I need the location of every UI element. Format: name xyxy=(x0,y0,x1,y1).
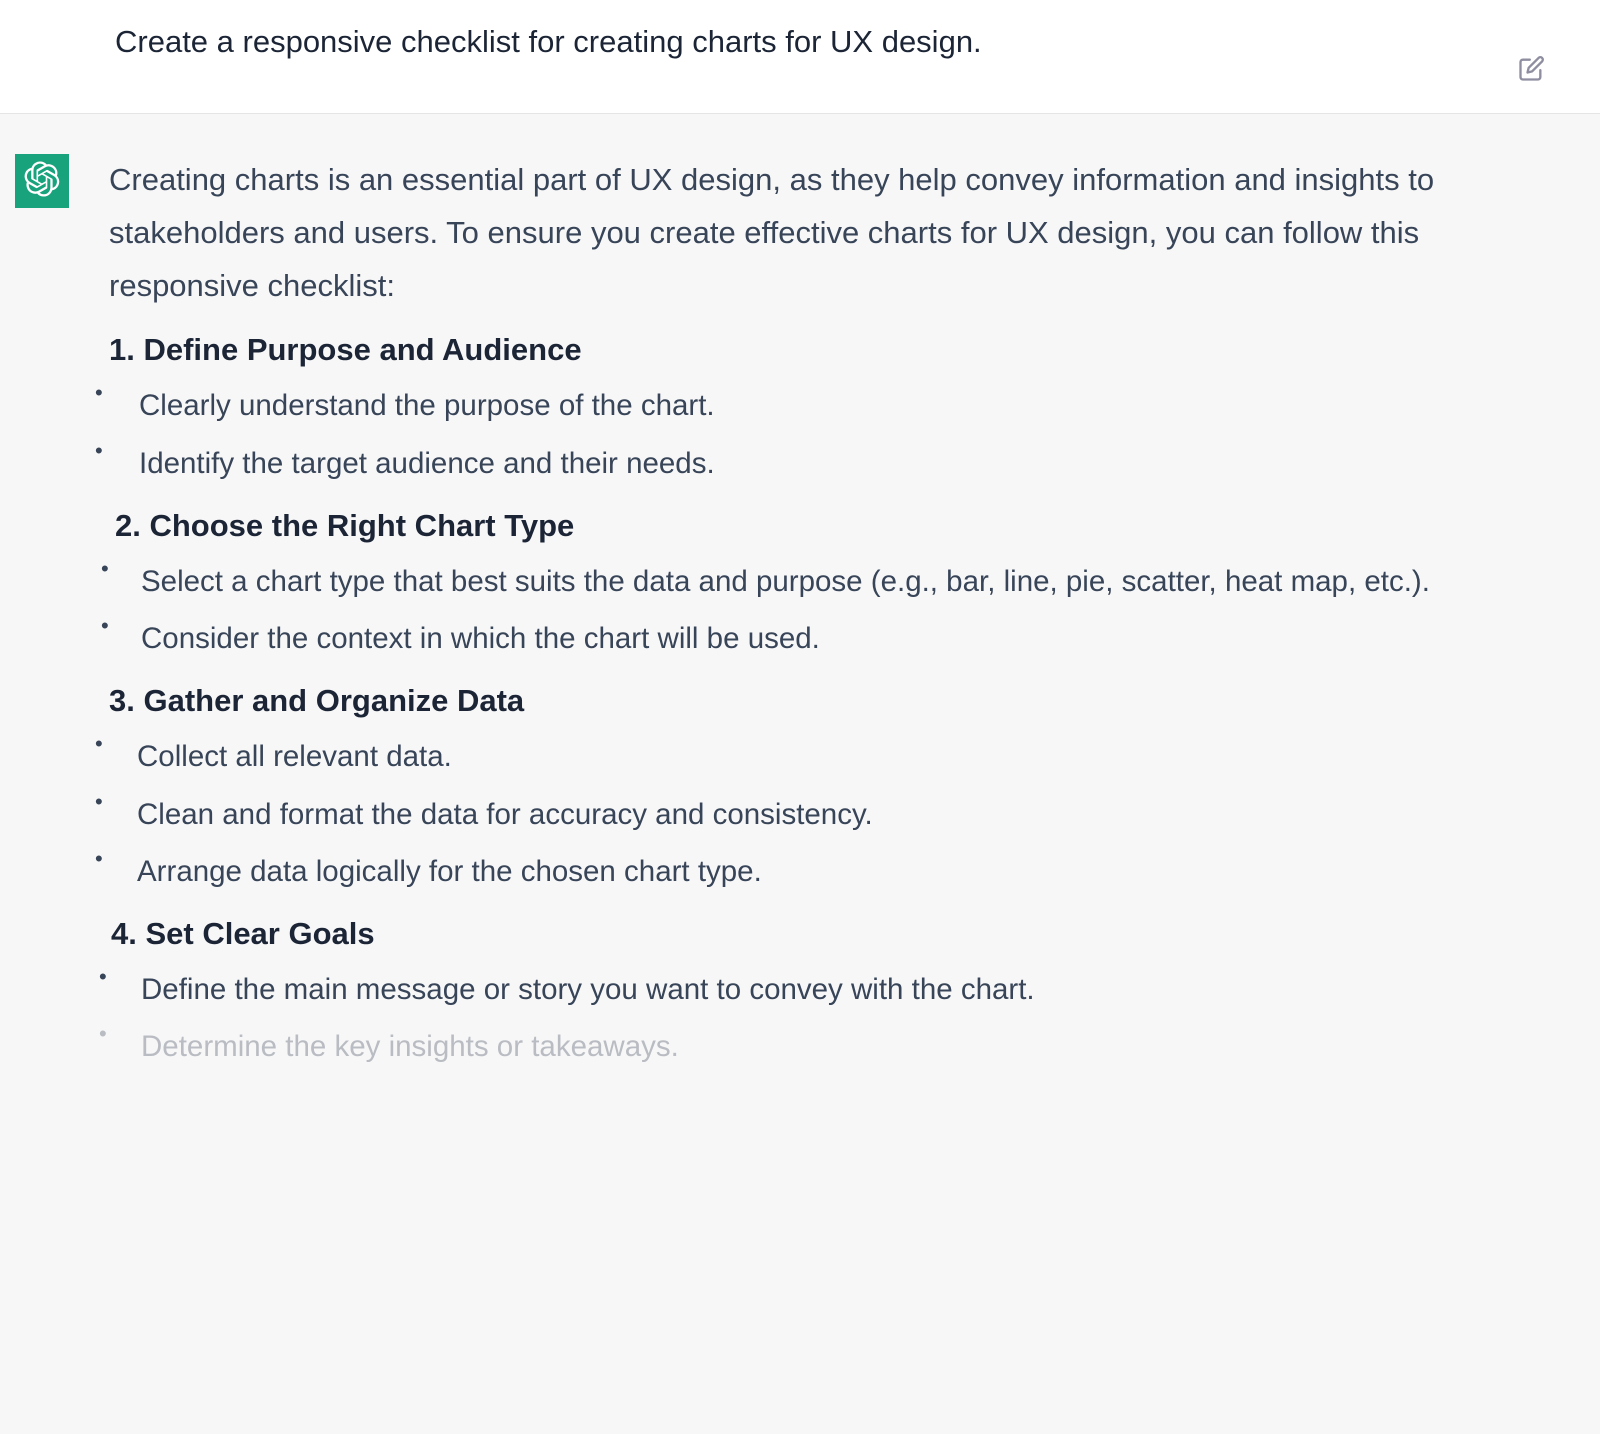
assistant-message: Creating charts is an essential part of … xyxy=(0,114,1600,1434)
list-item: Collect all relevant data. xyxy=(109,731,1485,783)
user-message: Create a responsive checklist for creati… xyxy=(0,0,1600,114)
section-2-list: Select a chart type that best suits the … xyxy=(109,556,1485,665)
section-3-list: Collect all relevant data. Clean and for… xyxy=(109,731,1485,898)
list-item: Define the main message or story you wan… xyxy=(109,964,1485,1016)
openai-logo-icon xyxy=(24,161,60,202)
assistant-avatar xyxy=(15,154,69,208)
list-item: Arrange data logically for the chosen ch… xyxy=(109,846,1485,898)
section-1-list: Clearly understand the purpose of the ch… xyxy=(109,380,1485,489)
edit-icon[interactable] xyxy=(1517,55,1545,83)
section-heading-2: 2. Choose the Right Chart Type xyxy=(109,508,1485,544)
assistant-intro-text: Creating charts is an essential part of … xyxy=(109,154,1485,312)
assistant-content: Creating charts is an essential part of … xyxy=(109,154,1545,1434)
list-item: Clean and format the data for accuracy a… xyxy=(109,789,1485,841)
section-heading-1: 1. Define Purpose and Audience xyxy=(109,332,1485,368)
user-prompt-text: Create a responsive checklist for creati… xyxy=(115,20,1485,63)
list-item: Determine the key insights or takeaways. xyxy=(109,1021,1485,1073)
section-4-list: Define the main message or story you wan… xyxy=(109,964,1485,1073)
list-item: Consider the context in which the chart … xyxy=(109,613,1485,665)
section-heading-3: 3. Gather and Organize Data xyxy=(109,683,1485,719)
bottom-fade-mask xyxy=(9,1314,1600,1434)
section-heading-4: 4. Set Clear Goals xyxy=(109,916,1485,952)
list-item: Identify the target audience and their n… xyxy=(109,438,1485,490)
list-item: Select a chart type that best suits the … xyxy=(109,556,1485,608)
list-item: Clearly understand the purpose of the ch… xyxy=(109,380,1485,432)
